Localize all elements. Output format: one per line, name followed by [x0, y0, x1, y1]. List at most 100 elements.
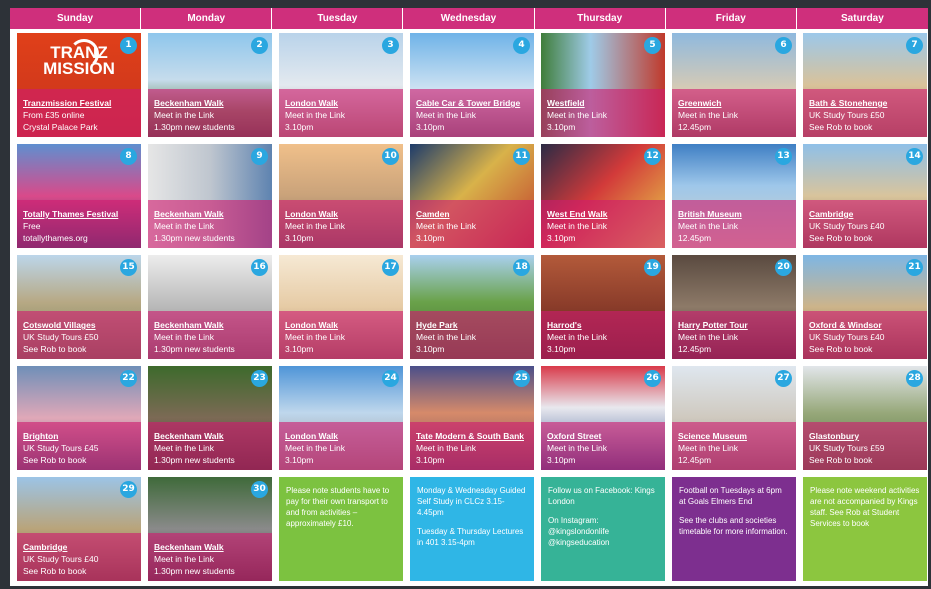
day-cell[interactable]: 24 London Walk Meet in the Link 3.10pm: [279, 366, 403, 470]
day-cell[interactable]: 4 Cable Car & Tower Bridge Meet in the Lin…: [410, 33, 534, 137]
event-text: London Walk Meet in the Link 3.10pm: [285, 97, 399, 133]
event-title-link[interactable]: Beckenham Walk: [154, 97, 268, 109]
day-cell[interactable]: 23 Beckenham Walk Meet in the Link 1.30pm n…: [148, 366, 272, 470]
day-cell[interactable]: 7 Bath & Stonehenge UK Study Tours £50 See …: [803, 33, 927, 137]
day-cell[interactable]: 28 Glastonbury UK Study Tours £59 See Rob t…: [803, 366, 927, 470]
day-number-badge: 16: [251, 259, 268, 276]
event-title-link[interactable]: London Walk: [285, 430, 399, 442]
day-cell[interactable]: 11 Camden Meet in the Link 3.10pm: [410, 144, 534, 248]
info-note: Please note weekend activities are not a…: [803, 477, 927, 581]
event-title-link[interactable]: Beckenham Walk: [154, 319, 268, 331]
event-title-link[interactable]: Beckenham Walk: [154, 208, 268, 220]
event-title-link[interactable]: Cambridge: [809, 208, 923, 220]
event-detail: Meet in the Link: [678, 332, 739, 342]
day-cell[interactable]: 5 Westfield Meet in the Link 3.10pm: [541, 33, 665, 137]
day-cell[interactable]: 25 Tate Modern & South Bank Meet in the Li…: [410, 366, 534, 470]
day-cell[interactable]: 29 Cambridge UK Study Tours £40 See Rob to …: [17, 477, 141, 581]
event-detail: See Rob to book: [809, 233, 873, 243]
day-cell[interactable]: 15 Cotswold Villages UK Study Tours £50 See…: [17, 255, 141, 359]
day-cell[interactable]: 13 British Museum Meet in the Link 12.45pm: [672, 144, 796, 248]
day-number-badge: 13: [775, 148, 792, 165]
day-cell[interactable]: TRANZ MISSION 1 Tranzmission Festival From …: [17, 33, 141, 137]
day-cell[interactable]: 12 West End Walk Meet in the Link 3.10pm: [541, 144, 665, 248]
event-text: Camden Meet in the Link 3.10pm: [416, 208, 530, 244]
event-title-link[interactable]: London Walk: [285, 319, 399, 331]
event-title-link[interactable]: Camden: [416, 208, 530, 220]
event-title-link[interactable]: Harry Potter Tour: [678, 319, 792, 331]
tranzmission-logo: TRANZ MISSION: [43, 43, 115, 78]
event-detail: Crystal Palace Park: [23, 122, 98, 132]
event-title-link[interactable]: Beckenham Walk: [154, 430, 268, 442]
day-cell[interactable]: 30 Beckenham Walk Meet in the Link 1.30pm n…: [148, 477, 272, 581]
event-title-link[interactable]: Tranzmission Festival: [23, 97, 137, 109]
day-cell[interactable]: 6 Greenwich Meet in the Link 12.45pm: [672, 33, 796, 137]
day-number-badge: 27: [775, 370, 792, 387]
day-cell[interactable]: 16 Beckenham Walk Meet in the Link 1.30pm n…: [148, 255, 272, 359]
day-cell[interactable]: 9 Beckenham Walk Meet in the Link 1.30pm ne…: [148, 144, 272, 248]
event-text: West End Walk Meet in the Link 3.10pm: [547, 208, 661, 244]
event-title-link[interactable]: Oxford Street: [547, 430, 661, 442]
event-detail: UK Study Tours £50: [809, 110, 885, 120]
day-cell[interactable]: 8 Totally Thames Festival Free totallythame…: [17, 144, 141, 248]
event-title-link[interactable]: Greenwich: [678, 97, 792, 109]
event-title-link[interactable]: Cotswold Villages: [23, 319, 137, 331]
event-text: Beckenham Walk Meet in the Link 1.30pm new…: [154, 541, 268, 577]
event-title-link[interactable]: West End Walk: [547, 208, 661, 220]
day-cell[interactable]: 19 Harrod's Meet in the Link 3.10pm: [541, 255, 665, 359]
event-text: Cambridge UK Study Tours £40 See Rob to bo…: [809, 208, 923, 244]
event-text: Brighton UK Study Tours £45 See Rob to boo…: [23, 430, 137, 466]
day-number-badge: 29: [120, 481, 137, 498]
day-cell[interactable]: 2 Beckenham Walk Meet in the Link 1.30pm ne…: [148, 33, 272, 137]
day-cell[interactable]: 27 Science Museum Meet in the Link 12.45pm: [672, 366, 796, 470]
weekday-wednesday: Wednesday: [403, 8, 535, 29]
event-title-link[interactable]: Beckenham Walk: [154, 541, 268, 553]
event-title-link[interactable]: Science Museum: [678, 430, 792, 442]
event-detail: Meet in the Link: [547, 332, 608, 342]
event-detail: 3.10pm: [547, 344, 576, 354]
day-cell[interactable]: 17 London Walk Meet in the Link 3.10pm: [279, 255, 403, 359]
event-detail: See Rob to book: [809, 344, 873, 354]
day-number-badge: 25: [513, 370, 530, 387]
event-title-link[interactable]: Glastonbury: [809, 430, 923, 442]
event-text: Science Museum Meet in the Link 12.45pm: [678, 430, 792, 466]
day-number-badge: 18: [513, 259, 530, 276]
day-cell[interactable]: 26 Oxford Street Meet in the Link 3.10pm: [541, 366, 665, 470]
event-text: Harry Potter Tour Meet in the Link 12.45pm: [678, 319, 792, 355]
event-detail: 3.10pm: [285, 122, 314, 132]
event-title-link[interactable]: Totally Thames Festival: [23, 208, 137, 220]
event-detail: See Rob to book: [809, 455, 873, 465]
event-detail: 12.45pm: [678, 233, 712, 243]
event-detail: Meet in the Link: [285, 332, 346, 342]
event-title-link[interactable]: Bath & Stonehenge: [809, 97, 923, 109]
event-title-link[interactable]: Tate Modern & South Bank: [416, 430, 530, 442]
event-detail: 3.10pm: [285, 344, 314, 354]
day-number-badge: 20: [775, 259, 792, 276]
event-title-link[interactable]: London Walk: [285, 97, 399, 109]
event-title-link[interactable]: Harrod's: [547, 319, 661, 331]
event-title-link[interactable]: Cable Car & Tower Bridge: [416, 97, 530, 109]
event-text: London Walk Meet in the Link 3.10pm: [285, 319, 399, 355]
event-title-link[interactable]: Oxford & Windsor: [809, 319, 923, 331]
day-cell[interactable]: 21 Oxford & Windsor UK Study Tours £40 See …: [803, 255, 927, 359]
event-text: Bath & Stonehenge UK Study Tours £50 See R…: [809, 97, 923, 133]
day-cell[interactable]: 14 Cambridge UK Study Tours £40 See Rob to …: [803, 144, 927, 248]
day-cell[interactable]: 10 London Walk Meet in the Link 3.10pm: [279, 144, 403, 248]
day-cell[interactable]: 20 Harry Potter Tour Meet in the Link 12.45…: [672, 255, 796, 359]
event-title-link[interactable]: London Walk: [285, 208, 399, 220]
event-text: Cable Car & Tower Bridge Meet in the Link…: [416, 97, 530, 133]
event-detail: Free: [23, 221, 41, 231]
event-title-link[interactable]: Westfield: [547, 97, 661, 109]
day-cell[interactable]: 3 London Walk Meet in the Link 3.10pm: [279, 33, 403, 137]
info-note: Football on Tuesdays at 6pm at Goals Elm…: [672, 477, 796, 581]
day-cell[interactable]: 22 Brighton UK Study Tours £45 See Rob to b…: [17, 366, 141, 470]
event-title-link[interactable]: Cambridge: [23, 541, 137, 553]
event-title-link[interactable]: British Museum: [678, 208, 792, 220]
event-title-link[interactable]: Brighton: [23, 430, 137, 442]
event-detail: UK Study Tours £40: [809, 221, 885, 231]
day-cell[interactable]: 18 Hyde Park Meet in the Link 3.10pm: [410, 255, 534, 359]
note-paragraph: Follow us on Facebook: Kings London: [548, 486, 655, 506]
event-detail: See Rob to book: [23, 566, 87, 576]
event-title-link[interactable]: Hyde Park: [416, 319, 530, 331]
event-text: Cambridge UK Study Tours £40 See Rob to bo…: [23, 541, 137, 577]
event-detail: Meet in the Link: [285, 221, 346, 231]
